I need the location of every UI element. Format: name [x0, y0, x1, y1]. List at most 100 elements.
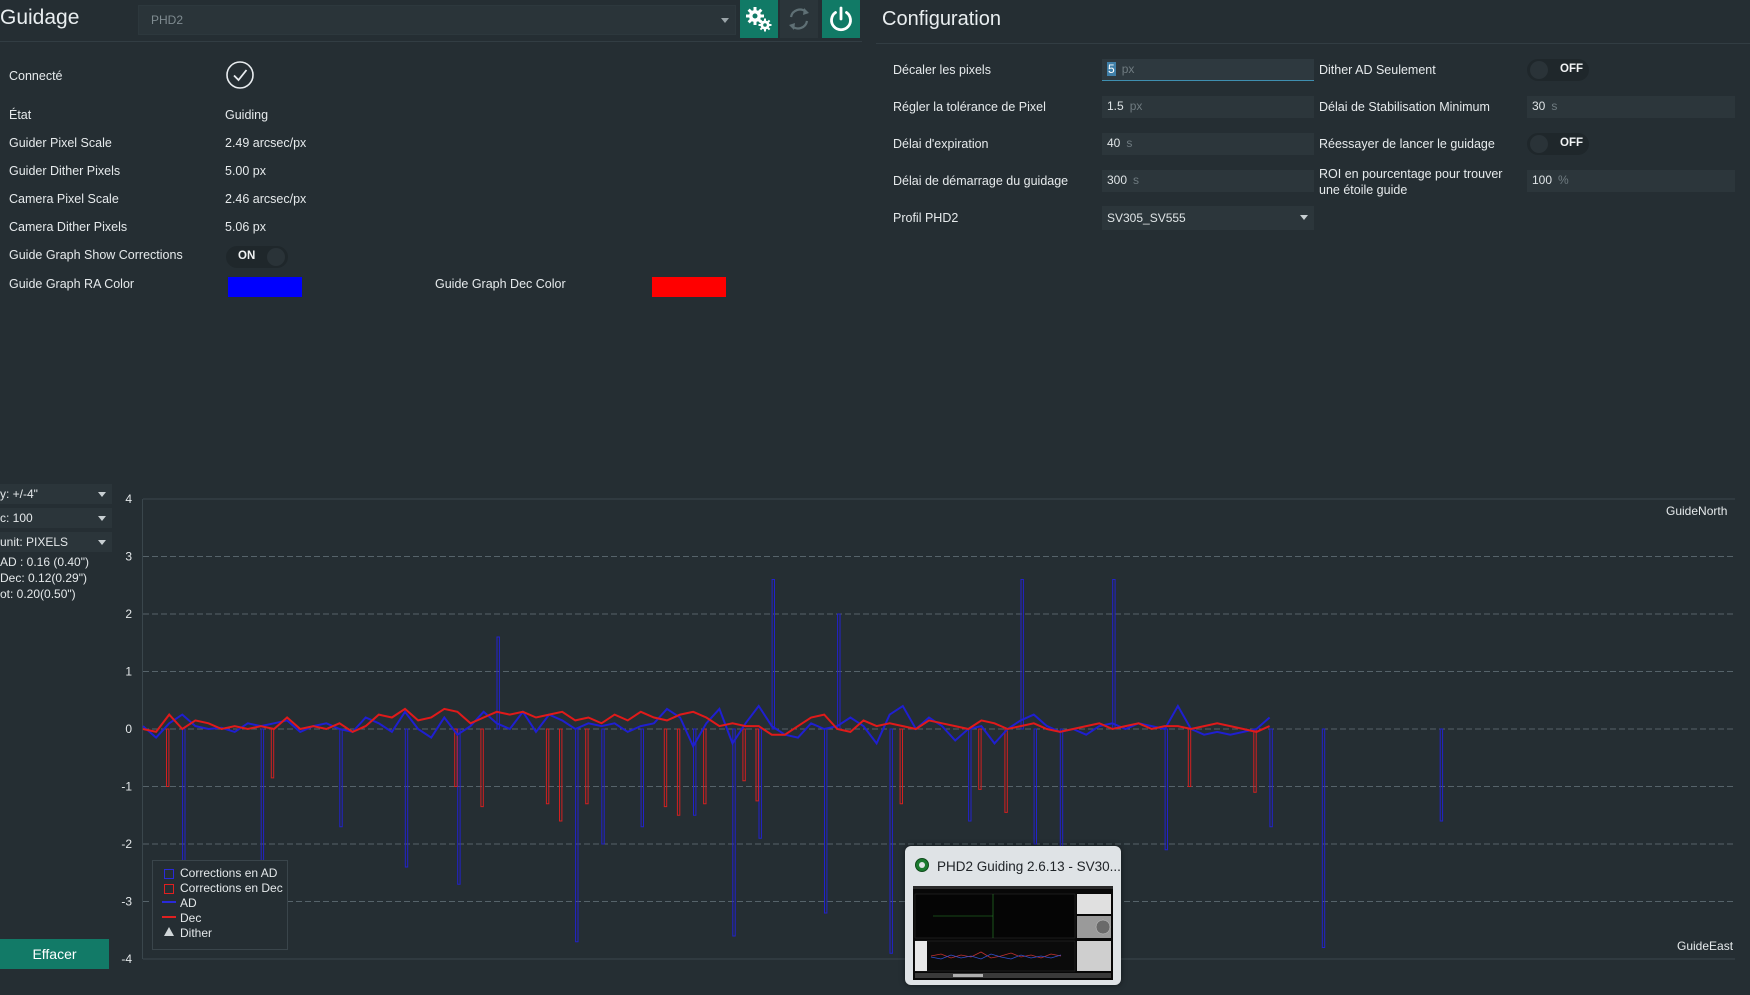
- timeout-input[interactable]: 40 s: [1102, 133, 1314, 155]
- ra-correction-bar: [968, 728, 972, 822]
- dec-correction-bar: [755, 728, 759, 802]
- dither-pixels-label: Décaler les pixels: [893, 63, 991, 77]
- guider-select-value: PHD2: [151, 13, 184, 27]
- dec-correction-bar: [559, 728, 563, 822]
- disconnect-button[interactable]: [822, 0, 860, 38]
- ra-correction-bar: [496, 636, 500, 730]
- toggle-knob: [1530, 61, 1548, 79]
- retry-guiding-label: Réessayer de lancer le guidage: [1319, 137, 1495, 151]
- ra-correction-bar: [1269, 728, 1273, 828]
- legend-dec-corrections: Corrections en Dec: [180, 881, 283, 895]
- guider-dither-pixels-value: 5.00 px: [225, 164, 267, 178]
- guiding-start-delay-input[interactable]: 300 s: [1102, 170, 1314, 192]
- min-settle-time-input[interactable]: 30 s: [1527, 96, 1735, 118]
- toggle-knob: [267, 248, 285, 266]
- y-tick-label: -4: [121, 952, 132, 966]
- chevron-down-icon: [721, 18, 729, 23]
- dec-correction-bar: [585, 728, 589, 805]
- camera-dither-pixels-label: Camera Dither Pixels: [9, 220, 128, 234]
- dec-correction-bar: [742, 728, 746, 782]
- legend-ra: AD: [180, 896, 197, 910]
- ra-correction-bar: [575, 728, 579, 943]
- dither-ra-only-toggle-text: OFF: [1560, 63, 1583, 75]
- ra-correction-bar: [640, 728, 644, 828]
- roi-percent-value: 100: [1532, 173, 1553, 187]
- thumbnail-graphic: [913, 886, 1113, 980]
- dither-pixels-unit: px: [1121, 62, 1135, 76]
- connected-label: Connecté: [9, 69, 63, 83]
- ra-correction-bar: [1112, 579, 1116, 730]
- dec-correction-bar: [663, 728, 668, 808]
- y-tick-label: -3: [121, 895, 132, 909]
- legend-dither: Dither: [180, 926, 213, 940]
- config-divider: [876, 43, 1750, 44]
- dec-color-swatch[interactable]: [652, 277, 726, 297]
- y-tick-label: -2: [121, 837, 132, 851]
- state-value: Guiding: [225, 108, 269, 122]
- ra-line-swatch: [162, 901, 176, 903]
- pixel-tolerance-input[interactable]: 1.5 px: [1102, 96, 1314, 118]
- refresh-button[interactable]: [780, 0, 818, 38]
- y-tick-label: 1: [125, 665, 132, 679]
- ra-correction-bar: [404, 728, 409, 868]
- y-tick-label: -1: [121, 780, 132, 794]
- camera-dither-pixels-value: 5.06 px: [225, 220, 267, 234]
- dec-correction-bar: [899, 728, 903, 805]
- guider-select[interactable]: PHD2: [138, 5, 736, 35]
- ra-color-swatch[interactable]: [228, 277, 302, 297]
- dither-pixels-input[interactable]: 5 px: [1102, 59, 1314, 81]
- guiding-start-delay-unit: s: [1133, 173, 1140, 187]
- ra-corrections-swatch: [164, 869, 174, 879]
- roi-percent-unit: %: [1558, 173, 1569, 187]
- ra-correction-bar: [339, 728, 343, 828]
- y-tick-label: 0: [125, 722, 132, 736]
- dec-correction-bar: [545, 728, 550, 805]
- y-tick-label: 4: [125, 492, 132, 506]
- pixel-tolerance-label: Régler la tolérance de Pixel: [893, 100, 1046, 114]
- legend-dec: Dec: [180, 911, 202, 925]
- timeout-unit: s: [1126, 136, 1133, 150]
- state-label: État: [9, 108, 32, 122]
- check-circle-icon: [226, 61, 254, 89]
- dec-correction-bar: [676, 728, 681, 816]
- ra-correction-bar: [758, 728, 762, 839]
- gears-icon: [746, 7, 772, 32]
- taskbar-preview-title: PHD2 Guiding 2.6.13 - SV30...: [937, 859, 1121, 874]
- roi-percent-label: ROI en pourcentage pour trouver une étoi…: [1319, 167, 1503, 197]
- legend-ra-corrections: Corrections en AD: [180, 866, 278, 880]
- dither-ra-only-label: Dither AD Seulement: [1319, 63, 1436, 77]
- dec-correction-bar: [480, 728, 484, 808]
- show-corrections-label: Guide Graph Show Corrections: [9, 248, 183, 262]
- ra-correction-bar: [771, 579, 775, 730]
- guider-pixel-scale-value: 2.49 arcsec/px: [225, 136, 307, 150]
- min-settle-time-unit: s: [1551, 99, 1558, 113]
- min-settle-time-label: Délai de Stabilisation Minimum: [1319, 100, 1490, 114]
- retry-guiding-toggle-text: OFF: [1560, 137, 1583, 149]
- timeout-label: Délai d'expiration: [893, 137, 989, 151]
- ra-correction-bar: [1059, 728, 1064, 851]
- dec-color-label: Guide Graph Dec Color: [435, 277, 566, 291]
- chevron-down-icon: [1300, 215, 1308, 220]
- ra-correction-bar: [732, 728, 736, 937]
- guider-dither-pixels-label: Guider Dither Pixels: [9, 164, 121, 178]
- camera-pixel-scale-label: Camera Pixel Scale: [9, 192, 119, 206]
- phd2-app-icon: [915, 858, 929, 872]
- show-corrections-toggle-text: ON: [238, 250, 256, 262]
- show-corrections-toggle[interactable]: ON: [226, 246, 288, 268]
- ra-correction-bar: [1020, 579, 1024, 730]
- dec-correction-bar: [1004, 728, 1008, 813]
- clear-button[interactable]: Effacer: [0, 939, 109, 969]
- dec-correction-bar: [454, 728, 458, 787]
- dither-pixels-value: 5: [1107, 62, 1116, 76]
- pixel-tolerance-unit: px: [1129, 99, 1143, 113]
- roi-percent-input[interactable]: 100%: [1527, 170, 1735, 192]
- phd2-profile-value: SV305_SV555: [1107, 211, 1186, 225]
- dither-ra-only-toggle[interactable]: OFF: [1527, 59, 1589, 81]
- taskbar-preview[interactable]: PHD2 Guiding 2.6.13 - SV30...: [905, 846, 1121, 985]
- graph-legend: Corrections en AD Corrections en Dec AD …: [152, 860, 288, 950]
- ra-correction-bar: [1321, 728, 1326, 948]
- retry-guiding-toggle[interactable]: OFF: [1527, 133, 1589, 155]
- guiding-start-delay-label: Délai de démarrage du guidage: [893, 174, 1069, 188]
- phd2-profile-select[interactable]: SV305_SV555: [1102, 206, 1314, 230]
- settings-button[interactable]: [740, 0, 778, 38]
